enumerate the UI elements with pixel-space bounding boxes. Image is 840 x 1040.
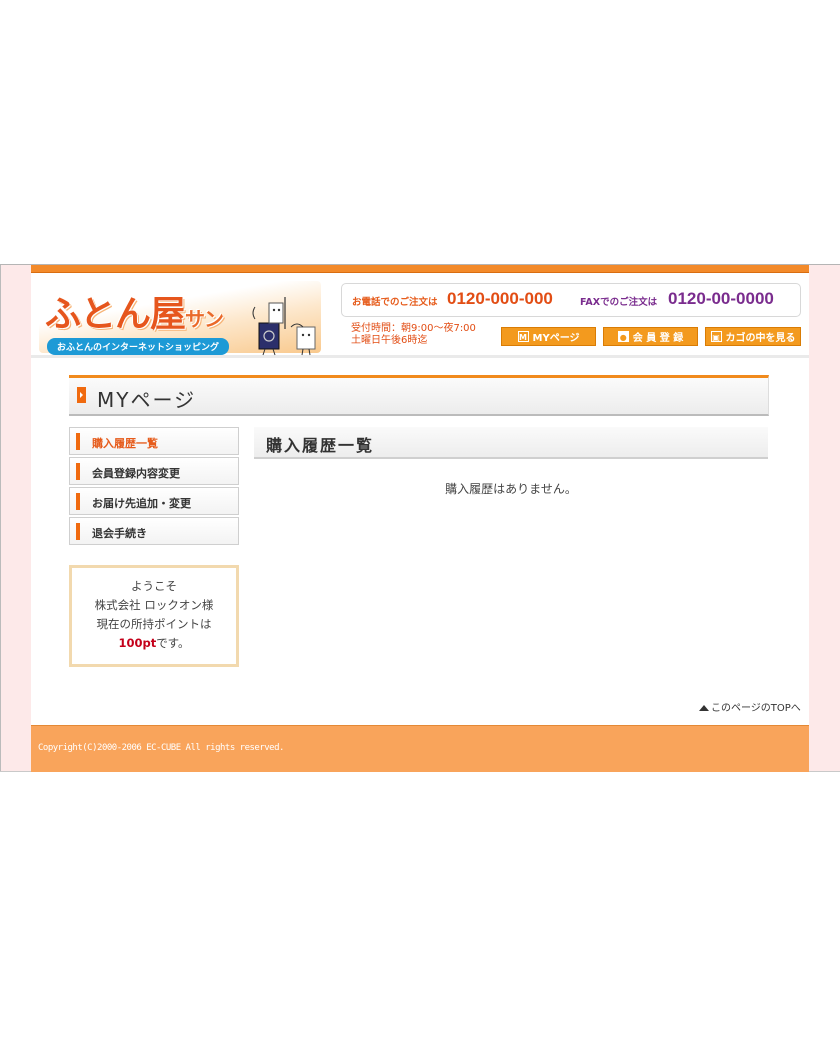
points-suffix: です。	[156, 636, 190, 650]
logo-title: ふとん屋サン	[45, 293, 224, 335]
welcome-points-line: 100ptです。	[72, 634, 236, 653]
contact-box: お電話でのご注文は 0120-000-000 FAXでのご注文は 0120-00…	[341, 283, 801, 317]
page-title: MYページ	[97, 388, 197, 412]
sidebar-item-label: 会員登録内容変更	[92, 467, 180, 480]
sidebar-item-label: お届け先追加・変更	[92, 497, 191, 510]
up-triangle-icon	[699, 705, 709, 711]
mypage-side-nav: 購入履歴一覧 会員登録内容変更 お届け先追加・変更 退会手続き	[69, 427, 239, 547]
site-logo[interactable]: ふとん屋サン おふとんのインターネットショッピング	[39, 281, 321, 356]
phone-number: 0120-000-000	[447, 289, 553, 308]
empty-history-message: 購入履歴はありません。	[445, 482, 577, 496]
section-heading-text: 購入履歴一覧	[266, 436, 375, 455]
section-heading: 購入履歴一覧	[254, 427, 768, 459]
view-cart-button[interactable]: ▣ カゴの中を見る	[705, 327, 801, 346]
member-register-button[interactable]: ● 会 員 登 録	[603, 327, 698, 346]
title-arrow-icon	[77, 387, 86, 403]
cart-icon: ▣	[710, 331, 722, 342]
sidebar-item-edit-member-info[interactable]: 会員登録内容変更	[69, 457, 239, 485]
back-to-top-link[interactable]: このページのTOPへ	[699, 699, 801, 714]
page-title-bar: MYページ	[69, 375, 769, 416]
welcome-greeting: ようこそ	[131, 579, 177, 593]
site-header: ふとん屋サン おふとんのインターネットショッピング お電話でのご注文は 0120…	[31, 273, 809, 358]
view-cart-label: カゴの中を見る	[725, 333, 796, 344]
person-icon: ●	[617, 331, 629, 342]
sidebar-item-label: 購入履歴一覧	[92, 437, 158, 450]
mypage-button-label: MYページ	[532, 333, 580, 344]
mypage-button[interactable]: M MYページ	[501, 327, 596, 346]
sidebar-item-delivery-address[interactable]: お届け先追加・変更	[69, 487, 239, 515]
points-value: 100pt	[118, 636, 157, 650]
fax-number: 0120-00-0000	[668, 289, 774, 308]
phone-label: お電話でのご注文は	[352, 297, 438, 308]
futon-mascot-icon	[252, 297, 316, 356]
welcome-user-name: 株式会社 ロックオン様	[94, 598, 214, 612]
sidebar-item-label: 退会手続き	[92, 527, 147, 540]
business-hours: 受付時間：朝9:00〜夜7:00 土曜日午後6時迄	[351, 323, 476, 347]
sidebar-item-unsubscribe[interactable]: 退会手続き	[69, 517, 239, 545]
welcome-points-label: 現在の所持ポイントは	[96, 617, 212, 631]
logo-suffix: サン	[185, 307, 224, 331]
browser-frame: ふとん屋サン おふとんのインターネットショッピング お電話でのご注文は 0120…	[0, 264, 840, 772]
sidebar-item-purchase-history[interactable]: 購入履歴一覧	[69, 427, 239, 455]
hours-line-1: 受付時間：朝9:00〜夜7:00	[351, 323, 476, 334]
copyright-text: Copyright(C)2000-2006 EC-CUBE All rights…	[38, 743, 284, 753]
fax-label: FAXでのご注文は	[580, 297, 658, 308]
logo-subtitle: おふとんのインターネットショッピング	[47, 338, 230, 355]
member-register-label: 会 員 登 録	[632, 333, 684, 344]
mypage-icon: M	[517, 331, 529, 342]
site-footer: Copyright(C)2000-2006 EC-CUBE All rights…	[31, 725, 809, 772]
top-accent-bar	[31, 265, 809, 273]
hours-line-2: 土曜日午後6時迄	[351, 335, 428, 346]
back-to-top-label: このページのTOPへ	[711, 703, 801, 714]
welcome-box: ようこそ 株式会社 ロックオン様 現在の所持ポイントは 100ptです。	[69, 565, 239, 667]
page: ふとん屋サン おふとんのインターネットショッピング お電話でのご注文は 0120…	[31, 265, 809, 772]
